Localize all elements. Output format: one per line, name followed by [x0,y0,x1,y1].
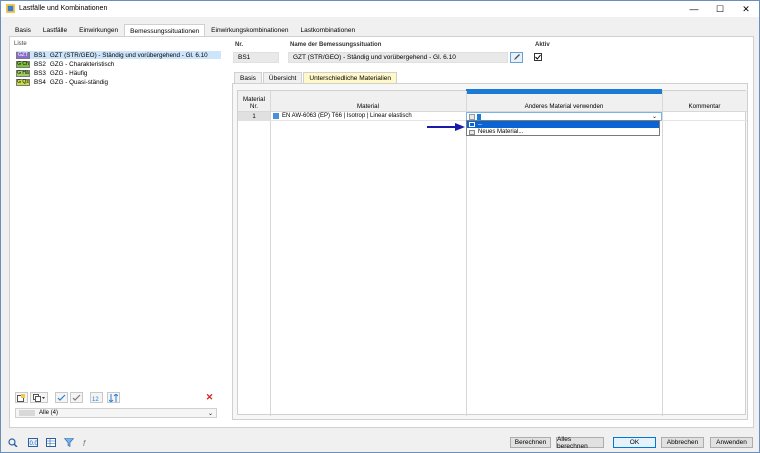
list-item-badge: G Qs [16,78,30,86]
option-swatch [469,129,475,135]
col-header-other-material: Anderes Material verwenden [524,103,604,110]
window-title: Lastfälle und Kombinationen [19,5,108,12]
minimize-button[interactable]: — [681,1,707,17]
chevron-down-icon: ⌄ [207,410,213,417]
other-material-dropdown: -- Neues Material... [466,120,660,136]
formula-icon[interactable]: f [81,437,93,448]
list-filter-select[interactable]: Alle (4) ⌄ [15,408,217,418]
svg-text:12: 12 [92,397,99,402]
filter-value: Alle (4) [39,410,59,416]
list-header: Liste [14,41,27,47]
chevron-down-icon[interactable]: ⌄ [652,113,657,120]
col-header-material: Material [356,103,379,110]
col-header-nr-line2: Nr. [250,103,258,110]
svg-text:f: f [83,439,86,447]
dropdown-option[interactable]: -- [467,121,659,128]
aktiv-checkbox[interactable] [534,53,542,61]
berechnen-button[interactable]: Berechnen [510,437,551,448]
alles-berechnen-button[interactable]: Alles berechnen [556,436,604,450]
col-header-comment: Kommentar [688,103,721,110]
subtab-basis[interactable]: Basis [234,72,262,83]
list-item-badge: G Ch [16,60,30,68]
list-item-badge: G Hä [16,69,30,77]
abbrechen-button[interactable]: Abbrechen [661,437,704,448]
svg-text:0.0: 0.0 [30,441,39,447]
col-header-material-nr: Material Nr. [238,96,270,110]
anwenden-button[interactable]: Anwenden [710,437,753,448]
dropdown-option-label: -- [478,121,482,128]
nr-label: Nr. [235,42,244,48]
design-situation-list: GZT BS1 GZT (STR/GEO) - Ständig und vorü… [11,48,221,388]
row-material: EN AW-6063 (EP) T66 | Isotrop | Linear e… [282,113,412,119]
tab-basis[interactable]: Basis [9,24,37,36]
list-item-badge: GZT [16,51,30,59]
dropdown-option-label: Neues Material... [478,129,524,135]
aktiv-label: Aktiv [535,42,550,48]
main-tabs: Basis Lastfälle Einwirkungen Bemessungss… [9,24,362,37]
maximize-button[interactable]: ☐ [707,1,733,17]
dropdown-option[interactable]: Neues Material... [467,128,659,136]
sort-icon[interactable] [107,392,120,403]
list-item-text: GZG - Quasi-ständig [49,78,108,86]
checkmark-icon [535,54,541,60]
list-item-code: BS2 [34,60,46,68]
table-view-icon[interactable] [45,437,57,448]
nr-field[interactable]: BS1 [233,52,279,63]
subtab-uebersicht[interactable]: Übersicht [262,72,303,83]
tab-einwirkungskombinationen[interactable]: Einwirkungskombinationen [205,24,294,36]
name-field[interactable]: GZT (STR/GEO) - Ständig und vorübergehen… [288,52,508,63]
copy-item-icon[interactable] [30,392,48,403]
ok-button[interactable]: OK [613,437,656,448]
dialog-window: Lastfälle und Kombinationen — ☐ ✕ Basis … [0,0,760,453]
close-button[interactable]: ✕ [733,1,759,17]
list-item-code: BS3 [34,69,46,77]
list-item-code: BS4 [34,78,46,86]
units-icon[interactable]: 0.0 [27,437,39,448]
subtab-unterschiedliche-materialien[interactable]: Unterschiedliche Materialien [303,72,398,83]
check-items-icon[interactable] [55,392,68,403]
edit-icon [513,54,520,60]
filter-color-swatch [19,410,35,416]
list-item-text: GZG - Charakteristisch [49,60,115,68]
material-color-swatch [273,113,279,119]
filter-icon[interactable] [63,437,75,448]
list-item[interactable]: GZT BS1 GZT (STR/GEO) - Ständig und vorü… [16,51,221,59]
search-icon[interactable] [7,437,19,448]
uncheck-items-icon[interactable] [70,392,83,403]
renumber-icon[interactable]: 12 [90,392,103,403]
title-bar: Lastfälle und Kombinationen — ☐ ✕ [1,1,759,17]
col-header-nr-line1: Material [242,96,265,103]
arrow-annotation-icon [427,123,465,131]
list-item[interactable]: G Qs BS4 GZG - Quasi-ständig [16,78,221,86]
name-label: Name der Bemessungssituation [290,42,382,48]
app-icon [6,4,15,13]
option-swatch [469,122,475,127]
list-item-text: GZT (STR/GEO) - Ständig und vorübergehen… [49,51,208,59]
row-nr: 1 [238,112,270,121]
sub-tabs: Basis Übersicht Unterschiedliche Materia… [234,72,398,83]
edit-name-button[interactable] [510,52,523,63]
tab-lastfaelle[interactable]: Lastfälle [37,24,73,36]
list-item[interactable]: G Ch BS2 GZG - Charakteristisch [16,60,221,68]
materials-table: Material Nr. Material Anderes Material v… [237,89,747,416]
list-item-code: BS1 [34,51,46,59]
new-item-icon[interactable] [15,392,28,403]
delete-icon[interactable]: ✕ [203,392,216,403]
active-column-indicator [466,89,662,94]
list-item-text: GZG - Häufig [49,69,88,77]
tab-lastkombinationen[interactable]: Lastkombinationen [295,24,362,36]
tab-einwirkungen[interactable]: Einwirkungen [73,24,124,36]
list-item[interactable]: G Hä BS3 GZG - Häufig [16,69,221,77]
